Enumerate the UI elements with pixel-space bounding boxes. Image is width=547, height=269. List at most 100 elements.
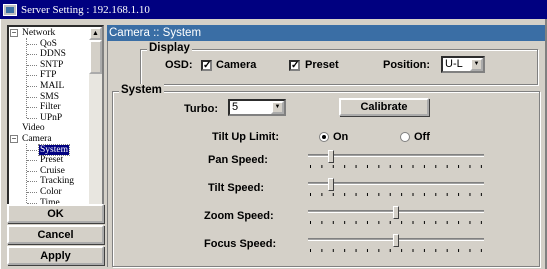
tree-item-label: Cruise	[40, 165, 65, 176]
slider-handle[interactable]	[328, 178, 334, 191]
tree-item[interactable]: SNTP	[9, 60, 91, 71]
preset-checkbox[interactable]: ✓	[289, 60, 300, 71]
tree-connector	[27, 107, 37, 109]
system-legend: System	[119, 84, 164, 96]
pan-speed-slider[interactable]	[308, 150, 484, 170]
tree-item[interactable]: Filter	[9, 102, 91, 113]
turbo-label: Turbo:	[184, 103, 219, 115]
tree-item[interactable]: Video	[9, 123, 91, 134]
tree-connector	[27, 85, 37, 87]
tree-item[interactable]: QoS	[9, 39, 91, 50]
tree-item[interactable]: MAIL	[9, 81, 91, 92]
tree-item[interactable]: Color	[9, 187, 91, 198]
tree-item[interactable]: FTP	[9, 70, 91, 81]
scroll-up-button[interactable]: ▲	[89, 27, 102, 40]
tree-item-label: Preset	[40, 155, 64, 166]
tree-item-label: Color	[40, 186, 62, 197]
slider-track	[308, 154, 484, 157]
tree-item-label: DDNS	[40, 49, 66, 60]
position-value: U-L	[445, 58, 463, 70]
arrow-up-icon: ▲	[92, 29, 99, 37]
settings-panel: Display OSD: ✓ Camera ✓ Preset Position:…	[107, 41, 545, 267]
tree-list: − Network QoS DDNS SNTP FTP MAIL SMS Filter UPnP V…	[9, 28, 91, 208]
tree-item[interactable]: Cruise	[9, 166, 91, 177]
turbo-value: 5	[232, 101, 239, 113]
display-legend: Display	[147, 42, 192, 54]
tree-connector	[27, 170, 37, 172]
camera-checkbox[interactable]: ✓	[201, 60, 212, 71]
tree-item-label: UPnP	[40, 112, 63, 123]
preset-label: Preset	[305, 59, 339, 71]
osd-label: OSD:	[165, 59, 193, 71]
tilt-speed-slider[interactable]	[308, 178, 484, 198]
tree-connector	[27, 54, 37, 56]
slider-ticks	[310, 165, 482, 168]
tree-item[interactable]: Tracking	[9, 176, 91, 187]
tree-item[interactable]: UPnP	[9, 113, 91, 124]
focus-speed-label: Focus Speed:	[204, 238, 277, 250]
app-icon	[3, 3, 17, 16]
tree-connector	[27, 43, 37, 45]
title-bar: Server Setting : 192.168.1.10	[0, 0, 547, 19]
tilt-on-radio[interactable]	[319, 132, 329, 142]
tree-connector	[27, 181, 37, 183]
tree-item-label: Video	[22, 123, 45, 134]
window-frame: − Network QoS DDNS SNTP FTP MAIL SMS Filter UPnP V…	[0, 19, 547, 269]
apply-button[interactable]: Apply	[7, 246, 104, 265]
tree-connector	[27, 117, 37, 119]
tree-item[interactable]: Preset	[9, 155, 91, 166]
chevron-down-icon[interactable]: ▼	[470, 58, 483, 71]
tree-item[interactable]: System	[9, 143, 91, 157]
panel-title: Camera :: System	[107, 25, 545, 41]
tree-item-label: System	[38, 143, 70, 157]
slider-ticks	[310, 221, 482, 224]
tree-item[interactable]: − Camera	[9, 134, 91, 145]
tree-item-label: QoS	[40, 38, 57, 49]
tilt-off-radio[interactable]	[400, 132, 410, 142]
scroll-thumb[interactable]	[89, 40, 102, 74]
tilt-on-label: On	[333, 131, 349, 143]
settings-tree[interactable]: − Network QoS DDNS SNTP FTP MAIL SMS Filter UPnP V…	[7, 25, 104, 221]
tree-item-label: MAIL	[40, 80, 65, 91]
tree-connector	[27, 160, 37, 162]
tree-item-label: SMS	[40, 91, 60, 102]
slider-track	[308, 182, 484, 185]
slider-handle[interactable]	[393, 206, 399, 219]
tilt-off-label: Off	[414, 131, 430, 143]
collapse-icon[interactable]: −	[10, 134, 18, 143]
tree-item-label: SNTP	[40, 59, 64, 70]
tree-connector	[27, 96, 37, 98]
tree-item[interactable]: SMS	[9, 92, 91, 103]
ok-button[interactable]: OK	[7, 204, 104, 223]
tree-item-label: Network	[22, 28, 56, 38]
tree-scrollbar[interactable]: ▲ ▼	[89, 27, 102, 219]
tree-connector	[27, 64, 37, 66]
zoom-speed-slider[interactable]	[308, 206, 484, 226]
tree-item[interactable]: − Network	[9, 28, 91, 39]
slider-ticks	[310, 249, 482, 252]
tree-item-label: Tracking	[40, 176, 74, 187]
tree-item-label: Filter	[40, 102, 61, 113]
collapse-icon[interactable]: −	[10, 29, 18, 37]
focus-speed-slider[interactable]	[308, 234, 484, 254]
pan-speed-label: Pan Speed:	[208, 154, 268, 166]
cancel-button[interactable]: Cancel	[7, 225, 104, 244]
slider-handle[interactable]	[328, 150, 334, 163]
camera-label: Camera	[216, 59, 257, 71]
slider-ticks	[310, 193, 482, 196]
window-title: Server Setting : 192.168.1.10	[21, 3, 150, 16]
tree-guide	[26, 144, 27, 203]
tree-connector	[27, 75, 37, 77]
tilt-limit-label: Tilt Up Limit:	[212, 131, 280, 143]
tree-item[interactable]: DDNS	[9, 49, 91, 60]
tree-connector	[27, 191, 37, 193]
chevron-down-icon[interactable]: ▼	[271, 101, 284, 114]
tree-item-label: FTP	[40, 70, 57, 81]
slider-handle[interactable]	[393, 234, 399, 247]
position-select[interactable]: U-L ▼	[441, 56, 485, 73]
turbo-select[interactable]: 5 ▼	[228, 99, 286, 116]
tilt-speed-label: Tilt Speed:	[208, 182, 265, 194]
position-label: Position:	[383, 59, 431, 71]
tree-guide	[26, 38, 27, 119]
calibrate-button[interactable]: Calibrate	[339, 98, 429, 116]
